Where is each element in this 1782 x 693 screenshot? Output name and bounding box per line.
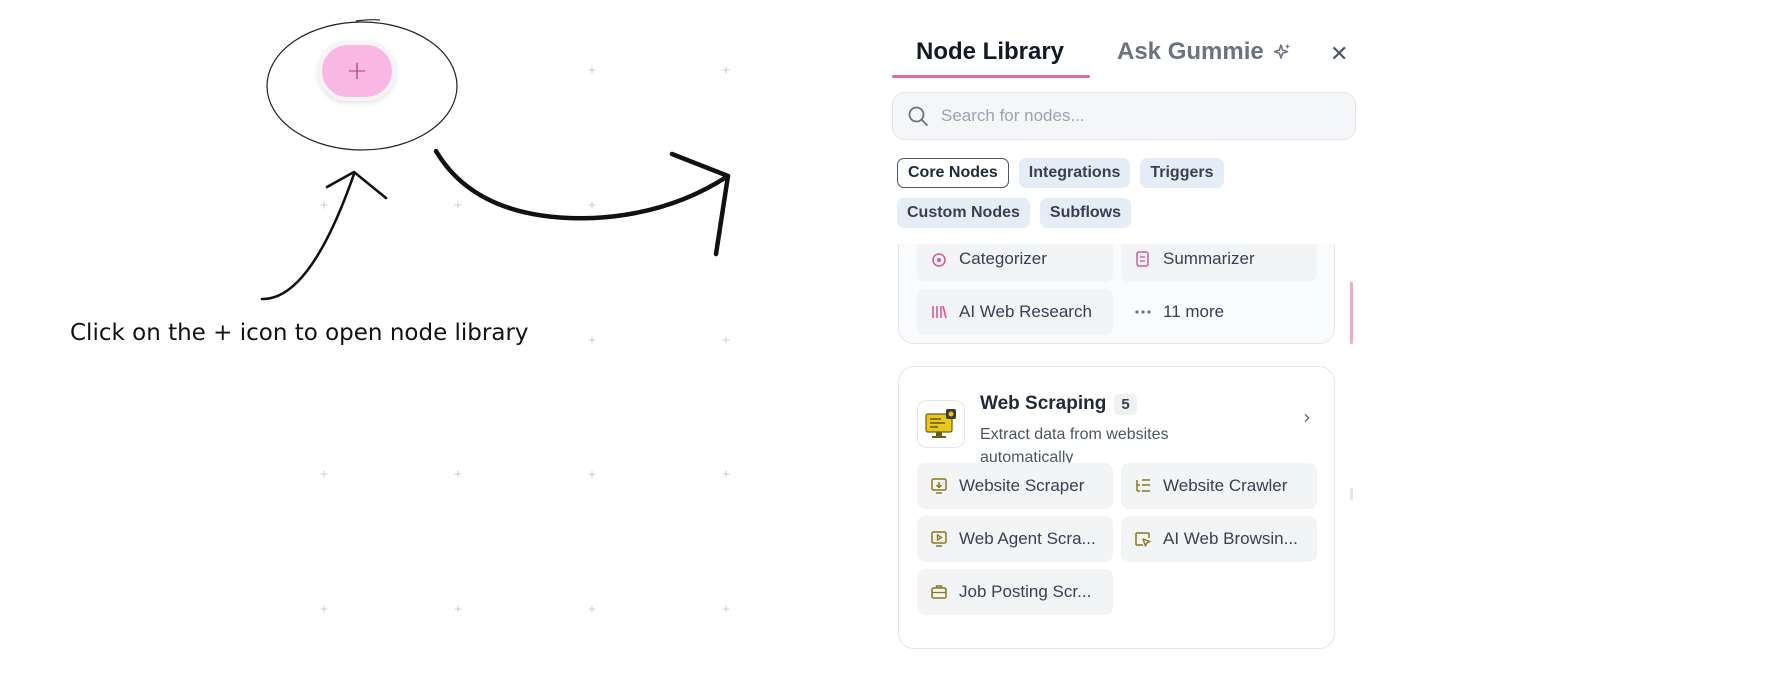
filter-triggers[interactable]: Triggers [1140,158,1224,188]
node-summarizer[interactable]: Summarizer [1121,244,1317,282]
node-label: Website Scraper [959,476,1085,495]
cursor-window-icon [1133,529,1153,549]
grid-mark: + [453,467,463,481]
node-label: AI Web Browsin... [1163,529,1298,548]
active-tab-indicator [892,75,1090,78]
node-website-scraper[interactable]: Website Scraper [917,463,1113,509]
search-icon [908,106,928,126]
categorizer-icon [929,249,949,269]
node-label: AI Web Research [959,302,1092,321]
ai-category-card: Categorizer Summarizer AI Web Research 1… [898,244,1335,344]
tab-label: Ask Gummie [1117,38,1264,65]
card-title: Web Scraping 5 [980,393,1137,415]
tab-node-library[interactable]: Node Library [916,38,1064,66]
close-icon[interactable]: ✕ [1330,42,1348,67]
node-website-crawler[interactable]: Website Crawler [1121,463,1317,509]
tab-ask-gummie[interactable]: Ask Gummie [1117,38,1292,66]
grid-mark: + [453,198,463,212]
node-categorizer[interactable]: Categorizer [917,244,1113,282]
pointer-arrow [260,172,356,301]
grid-mark: + [319,467,329,481]
chevron-right-icon[interactable]: › [1303,405,1311,429]
grid-mark: + [587,198,597,212]
node-library-panel: Node Library Ask Gummie ✕ Core Nodes Int… [880,0,1360,693]
filter-custom-nodes[interactable]: Custom Nodes [897,198,1030,228]
grid-mark: + [453,602,463,616]
grid-mark: + [319,198,329,212]
pointer-arrowhead [325,170,388,200]
web-scraping-icon [917,400,965,448]
grid-mark: + [721,63,731,77]
plus-icon: + [346,56,368,86]
node-label: 11 more [1163,302,1225,321]
monitor-download-icon [929,476,949,496]
grid-mark: + [721,333,731,347]
filter-integrations[interactable]: Integrations [1018,158,1131,188]
grid-mark: + [319,602,329,616]
node-label: Web Agent Scra... [959,529,1096,548]
monitor-play-icon [929,529,949,549]
grid-mark: + [721,467,731,481]
scrollbar-track-cap [1350,488,1353,500]
list-tree-icon [1133,476,1153,496]
filter-core-nodes[interactable]: Core Nodes [897,158,1009,188]
more-nodes-button[interactable]: 11 more [1121,289,1317,335]
node-list[interactable]: Categorizer Summarizer AI Web Research 1… [880,244,1360,693]
tab-label: Node Library [916,38,1065,65]
node-label: Website Crawler [1163,476,1288,495]
sparkle-icon [1273,44,1290,59]
scrollbar-thumb[interactable] [1350,282,1353,344]
grid-mark: + [587,467,597,481]
instruction-text: Click on the + icon to open node library [70,320,529,346]
direction-arrow [433,148,731,221]
direction-arrowhead [669,151,731,257]
web-scraping-card[interactable]: Web Scraping 5 Extract data from website… [898,366,1335,649]
grid-mark: + [721,602,731,616]
node-ai-web-research[interactable]: AI Web Research [917,289,1113,335]
search-input[interactable] [941,106,1321,126]
count-badge: 5 [1114,393,1137,415]
node-web-agent-scraper[interactable]: Web Agent Scra... [917,516,1113,562]
filter-chips: Core Nodes Integrations Triggers Custom … [897,158,1357,228]
search-field[interactable] [892,92,1356,140]
node-ai-web-browsing[interactable]: AI Web Browsin... [1121,516,1317,562]
filter-subflows[interactable]: Subflows [1039,198,1132,228]
grid-mark: + [587,63,597,77]
node-label: Summarizer [1163,249,1255,268]
node-job-posting-scraper[interactable]: Job Posting Scr... [917,569,1113,615]
grid-mark: + [587,333,597,347]
more-dots-icon [1133,302,1153,322]
add-node-button[interactable]: + [318,41,396,101]
card-title-text: Web Scraping [980,393,1107,414]
grid-mark: + [587,602,597,616]
highlight-circle-tail [355,19,381,22]
node-label: Categorizer [959,249,1047,268]
summarizer-icon [1133,249,1153,269]
library-icon [929,302,949,322]
node-label: Job Posting Scr... [959,582,1092,601]
briefcase-icon [929,582,949,602]
